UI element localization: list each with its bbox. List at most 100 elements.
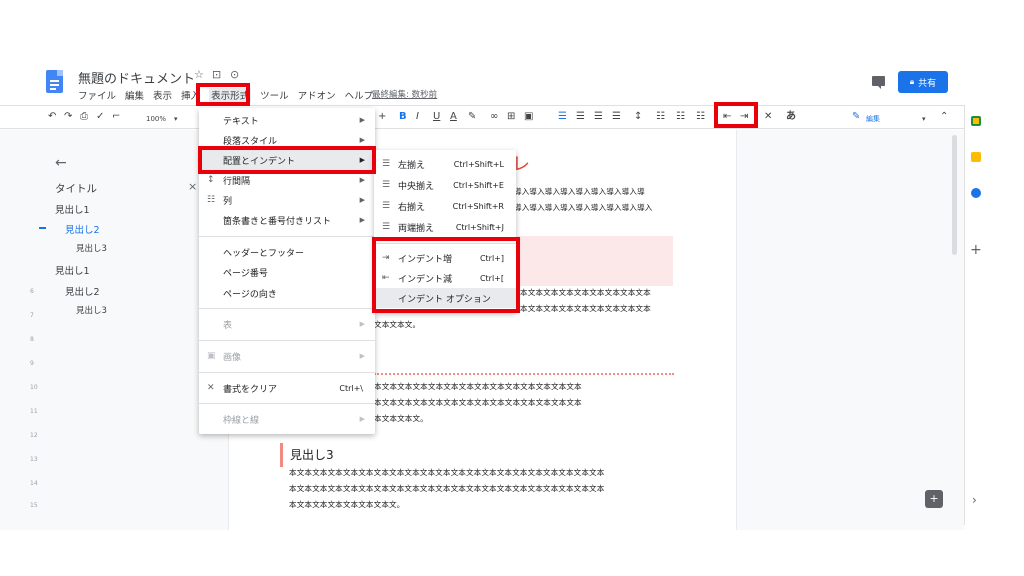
share-button[interactable]: 🔒︎ 共有	[898, 71, 948, 93]
menu-item-line-spacing[interactable]: ↕ 行間隔 ▶	[199, 170, 375, 190]
body-text-line[interactable]: 本文本文本文本文本文本文本文本文本文本文本文本文本文本	[374, 397, 582, 408]
body-text-line[interactable]: 導入導入導入導入導入導入導入導入導入	[514, 202, 653, 213]
submenu-arrow-icon: ▶	[359, 216, 365, 224]
input-tools-button[interactable]: あ	[786, 111, 796, 123]
align-left-icon[interactable]: ☰	[558, 111, 567, 123]
menu-item-indent-increase[interactable]: ⇥ インデント増 Ctrl+]	[374, 248, 516, 268]
add-comment-icon[interactable]: ⊞	[507, 111, 515, 123]
decrease-indent-icon[interactable]: ⇤	[723, 111, 731, 123]
zoom-select[interactable]: 100%	[146, 113, 166, 125]
menu-addons[interactable]: アドオン	[298, 88, 336, 102]
comment-history-icon[interactable]	[872, 76, 885, 89]
menu-item-align-right[interactable]: ☰ 右揃え Ctrl+Shift+R	[374, 196, 516, 216]
spellcheck-icon[interactable]: ✓	[96, 111, 104, 123]
menu-view[interactable]: 表示	[153, 88, 172, 102]
body-text-line[interactable]: 本文本文本文本文本文本文本文本文本文本文本文本文本文本文本文本文本文本文本文本文…	[289, 483, 604, 494]
menu-item-align-center[interactable]: ☰ 中央揃え Ctrl+Shift+E	[374, 175, 516, 195]
mode-chevron-down-icon[interactable]: ▾	[922, 113, 926, 125]
menu-item-page-orientation[interactable]: ページの向き	[199, 283, 375, 303]
text-color-button[interactable]: A	[450, 111, 457, 123]
star-icon[interactable]: ☆	[194, 68, 204, 81]
side-panel-chevron-icon[interactable]: ›	[972, 493, 977, 507]
font-size-increase-icon[interactable]: +	[378, 111, 386, 123]
outline-item-h1[interactable]: 見出し1	[55, 263, 90, 277]
clear-formatting-icon[interactable]: ✕	[764, 111, 772, 123]
outline-item-h2[interactable]: 見出し2	[65, 284, 100, 298]
folder-move-icon[interactable]: ⊡	[212, 68, 221, 81]
body-text-line[interactable]: 本文本文本文本文本文本文本文本文本文本文本文本文本文本文本文本文本文本文本文本文…	[289, 467, 604, 478]
outline-item-h3[interactable]: 見出し3	[76, 242, 107, 254]
menu-item-align-justify[interactable]: ☰ 両端揃え Ctrl+Shift+J	[374, 217, 516, 237]
menu-item-text[interactable]: テキスト ▶	[199, 110, 375, 130]
outline-item-h2[interactable]: 見出し2	[65, 222, 100, 236]
outline-back-arrow-icon[interactable]: ←	[55, 155, 67, 171]
outline-close-icon[interactable]: ×	[188, 180, 197, 193]
menu-edit[interactable]: 編集	[125, 88, 144, 102]
menu-item-header-footer[interactable]: ヘッダーとフッター	[199, 242, 375, 262]
menu-item-columns[interactable]: ☷ 列 ▶	[199, 190, 375, 210]
line-spacing-icon[interactable]: ↕	[634, 111, 642, 123]
add-on-plus-icon[interactable]: +	[970, 242, 982, 258]
last-edit-link[interactable]: 最終編集: 数秒前	[372, 88, 437, 100]
explore-button[interactable]: +	[925, 490, 943, 508]
heading3-text[interactable]: 見出し3	[290, 446, 334, 463]
align-center-icon[interactable]: ☰	[576, 111, 585, 123]
cloud-status-icon[interactable]: ⊙	[230, 68, 239, 81]
menu-item-align-indent[interactable]: 配置とインデント ▶	[199, 150, 375, 170]
align-justify-icon[interactable]: ☰	[612, 111, 621, 123]
body-text-line[interactable]: 本文本文本文本文本文本文本文本文本	[520, 303, 651, 314]
underline-button[interactable]: U	[433, 111, 440, 123]
body-text-line[interactable]: 本文本文本文本文本文本文本文本文本	[520, 287, 651, 298]
vertical-ruler[interactable]: 6 7 8 9 10 11 12 13 14 15	[30, 140, 40, 510]
insert-link-icon[interactable]: ∞	[490, 111, 498, 123]
menu-tools[interactable]: ツール	[260, 88, 289, 102]
menu-item-clear-formatting[interactable]: ✕ 書式をクリア Ctrl+\	[199, 378, 375, 398]
align-right-icon[interactable]: ☰	[594, 111, 603, 123]
body-text-line[interactable]: 文本文本文。	[374, 319, 420, 330]
body-text-line[interactable]: 本文本文本文本文本文本文本文。	[289, 499, 404, 510]
body-text-line[interactable]: 導入導入導入導入導入導入導入導入導	[514, 186, 645, 197]
insert-image-icon[interactable]: ▣	[524, 111, 533, 123]
menu-item-label: ヘッダーとフッター	[223, 248, 305, 259]
menu-item-indent-options[interactable]: インデント オプション	[374, 288, 516, 308]
bulleted-list-icon[interactable]: ☷	[676, 111, 685, 123]
paint-format-icon[interactable]: ⌐	[112, 111, 120, 123]
menu-file[interactable]: ファイル	[78, 88, 116, 102]
editing-mode-icon[interactable]: ✎	[852, 111, 860, 123]
keep-icon[interactable]	[971, 116, 981, 126]
collapse-menus-icon[interactable]: ⌃	[940, 111, 948, 123]
outline-item-title[interactable]: タイトル	[55, 181, 97, 196]
print-icon[interactable]: ⎙	[80, 111, 88, 123]
document-title[interactable]: 無題のドキュメント	[78, 68, 195, 87]
clear-formatting-icon: ✕	[207, 383, 215, 393]
menu-item-paragraph-styles[interactable]: 段落スタイル ▶	[199, 130, 375, 150]
editing-mode-select[interactable]: 編集	[866, 113, 880, 125]
bold-button[interactable]: B	[399, 111, 407, 123]
menu-format[interactable]: 表示形式	[209, 88, 252, 102]
checklist-icon[interactable]: ☷	[656, 111, 665, 123]
menu-help[interactable]: ヘルプ	[345, 88, 374, 102]
calendar-icon[interactable]	[971, 188, 981, 198]
ruler-tick: 12	[30, 432, 38, 439]
docs-logo-icon[interactable]	[46, 70, 63, 93]
undo-icon[interactable]: ↶	[48, 111, 56, 123]
redo-icon[interactable]: ↷	[64, 111, 72, 123]
menu-item-align-left[interactable]: ☰ 左揃え Ctrl+Shift+L	[374, 154, 516, 174]
italic-button[interactable]: I	[416, 111, 419, 123]
outline-item-h1[interactable]: 見出し1	[55, 202, 90, 216]
vertical-scrollbar[interactable]	[952, 135, 957, 255]
menu-item-lists[interactable]: 箇条書きと番号付きリスト ▶	[199, 210, 375, 230]
tasks-icon[interactable]	[971, 152, 981, 162]
outline-item-h3[interactable]: 見出し3	[76, 304, 107, 316]
menu-item-indent-decrease[interactable]: ⇤ インデント減 Ctrl+[	[374, 268, 516, 288]
menu-item-shortcut: Ctrl+Shift+L	[453, 159, 504, 169]
menu-insert[interactable]: 挿入	[181, 88, 200, 102]
numbered-list-icon[interactable]: ☷	[696, 111, 705, 123]
menu-item-label: 左揃え	[398, 160, 426, 171]
body-text-line[interactable]: 本文本文本文本文本文本文本文本文本文本文本文本文本文本	[374, 381, 582, 392]
menu-item-page-numbers[interactable]: ページ番号	[199, 262, 375, 282]
increase-indent-icon[interactable]: ⇥	[740, 111, 748, 123]
body-text-line[interactable]: 本文本文本文。	[374, 413, 428, 424]
zoom-chevron-down-icon[interactable]: ▾	[174, 113, 178, 125]
highlight-color-icon[interactable]: ✎	[468, 111, 476, 123]
